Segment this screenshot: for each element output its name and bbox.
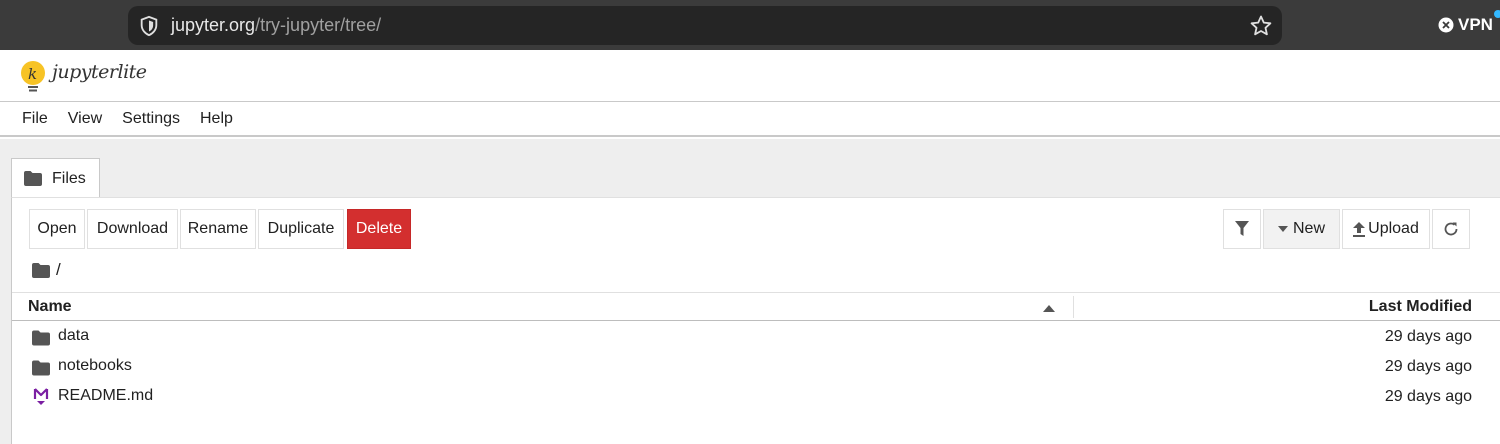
rename-button[interactable]: Rename bbox=[180, 209, 256, 249]
menu-view[interactable]: View bbox=[58, 110, 112, 128]
file-browser-panel: Open Download Rename Duplicate Delete Ne… bbox=[11, 197, 1500, 444]
file-name: README.md bbox=[58, 387, 154, 404]
file-name: notebooks bbox=[58, 357, 132, 374]
column-last-modified-header[interactable]: Last Modified bbox=[1369, 298, 1472, 316]
svg-text:k: k bbox=[28, 65, 37, 83]
new-button[interactable]: New bbox=[1263, 209, 1340, 249]
download-button[interactable]: Download bbox=[87, 209, 178, 249]
jupyterlite-logo-icon: k bbox=[21, 61, 45, 92]
file-name: data bbox=[58, 327, 90, 344]
file-modified: 29 days ago bbox=[1384, 358, 1472, 375]
caret-down-icon bbox=[1277, 226, 1288, 232]
refresh-button[interactable] bbox=[1432, 209, 1470, 249]
breadcrumb: / bbox=[32, 260, 61, 280]
folder-icon bbox=[32, 330, 50, 346]
home-folder-icon[interactable] bbox=[32, 262, 50, 278]
shield-icon[interactable] bbox=[138, 15, 160, 37]
upload-button-label: Upload bbox=[1368, 220, 1419, 237]
delete-button[interactable]: Delete bbox=[347, 209, 411, 249]
menu-help[interactable]: Help bbox=[190, 110, 243, 128]
breadcrumb-path[interactable]: / bbox=[56, 260, 61, 280]
duplicate-button[interactable]: Duplicate bbox=[258, 209, 344, 249]
vpn-badge[interactable]: VPN bbox=[1438, 14, 1493, 36]
file-modified: 29 days ago bbox=[1384, 328, 1472, 345]
url-path: /try-jupyter/tree/ bbox=[255, 15, 382, 35]
upload-button[interactable]: Upload bbox=[1342, 209, 1430, 249]
column-divider[interactable] bbox=[1073, 296, 1074, 318]
menu-settings[interactable]: Settings bbox=[112, 110, 190, 128]
menu-bar: File View Settings Help bbox=[0, 103, 1500, 137]
tab-label: Files bbox=[52, 169, 86, 187]
file-row-readme[interactable]: README.md 29 days ago bbox=[12, 382, 1500, 412]
upload-icon bbox=[1353, 221, 1366, 237]
vpn-label: VPN bbox=[1458, 15, 1493, 34]
url-text[interactable]: jupyter.org/try-jupyter/tree/ bbox=[171, 15, 381, 36]
close-circle-icon bbox=[1438, 17, 1454, 33]
url-host: jupyter.org bbox=[171, 15, 256, 35]
main-area: Files Open Download Rename Duplicate Del… bbox=[0, 139, 1500, 444]
sort-ascending-icon[interactable] bbox=[1043, 304, 1055, 312]
folder-icon bbox=[24, 171, 42, 186]
bookmark-star-icon[interactable] bbox=[1249, 14, 1273, 38]
file-list-header: Name Last Modified bbox=[12, 292, 1500, 321]
file-row-notebooks[interactable]: notebooks 29 days ago bbox=[12, 352, 1500, 382]
column-name-header[interactable]: Name bbox=[28, 298, 72, 316]
file-modified: 29 days ago bbox=[1384, 388, 1472, 405]
file-row-data[interactable]: data 29 days ago bbox=[12, 322, 1500, 352]
vpn-status-dot bbox=[1494, 10, 1500, 18]
new-button-label: New bbox=[1292, 220, 1325, 237]
open-button[interactable]: Open bbox=[29, 209, 85, 249]
refresh-icon bbox=[1444, 222, 1458, 236]
jupyter-header: k jupyterlite bbox=[0, 50, 1500, 102]
menu-file[interactable]: File bbox=[12, 110, 58, 128]
markdown-icon bbox=[33, 388, 49, 405]
filter-icon bbox=[1235, 221, 1249, 236]
logo-text: jupyterlite bbox=[52, 61, 147, 83]
filter-button[interactable] bbox=[1223, 209, 1261, 249]
tab-files[interactable]: Files bbox=[11, 158, 100, 198]
folder-icon bbox=[32, 360, 50, 376]
